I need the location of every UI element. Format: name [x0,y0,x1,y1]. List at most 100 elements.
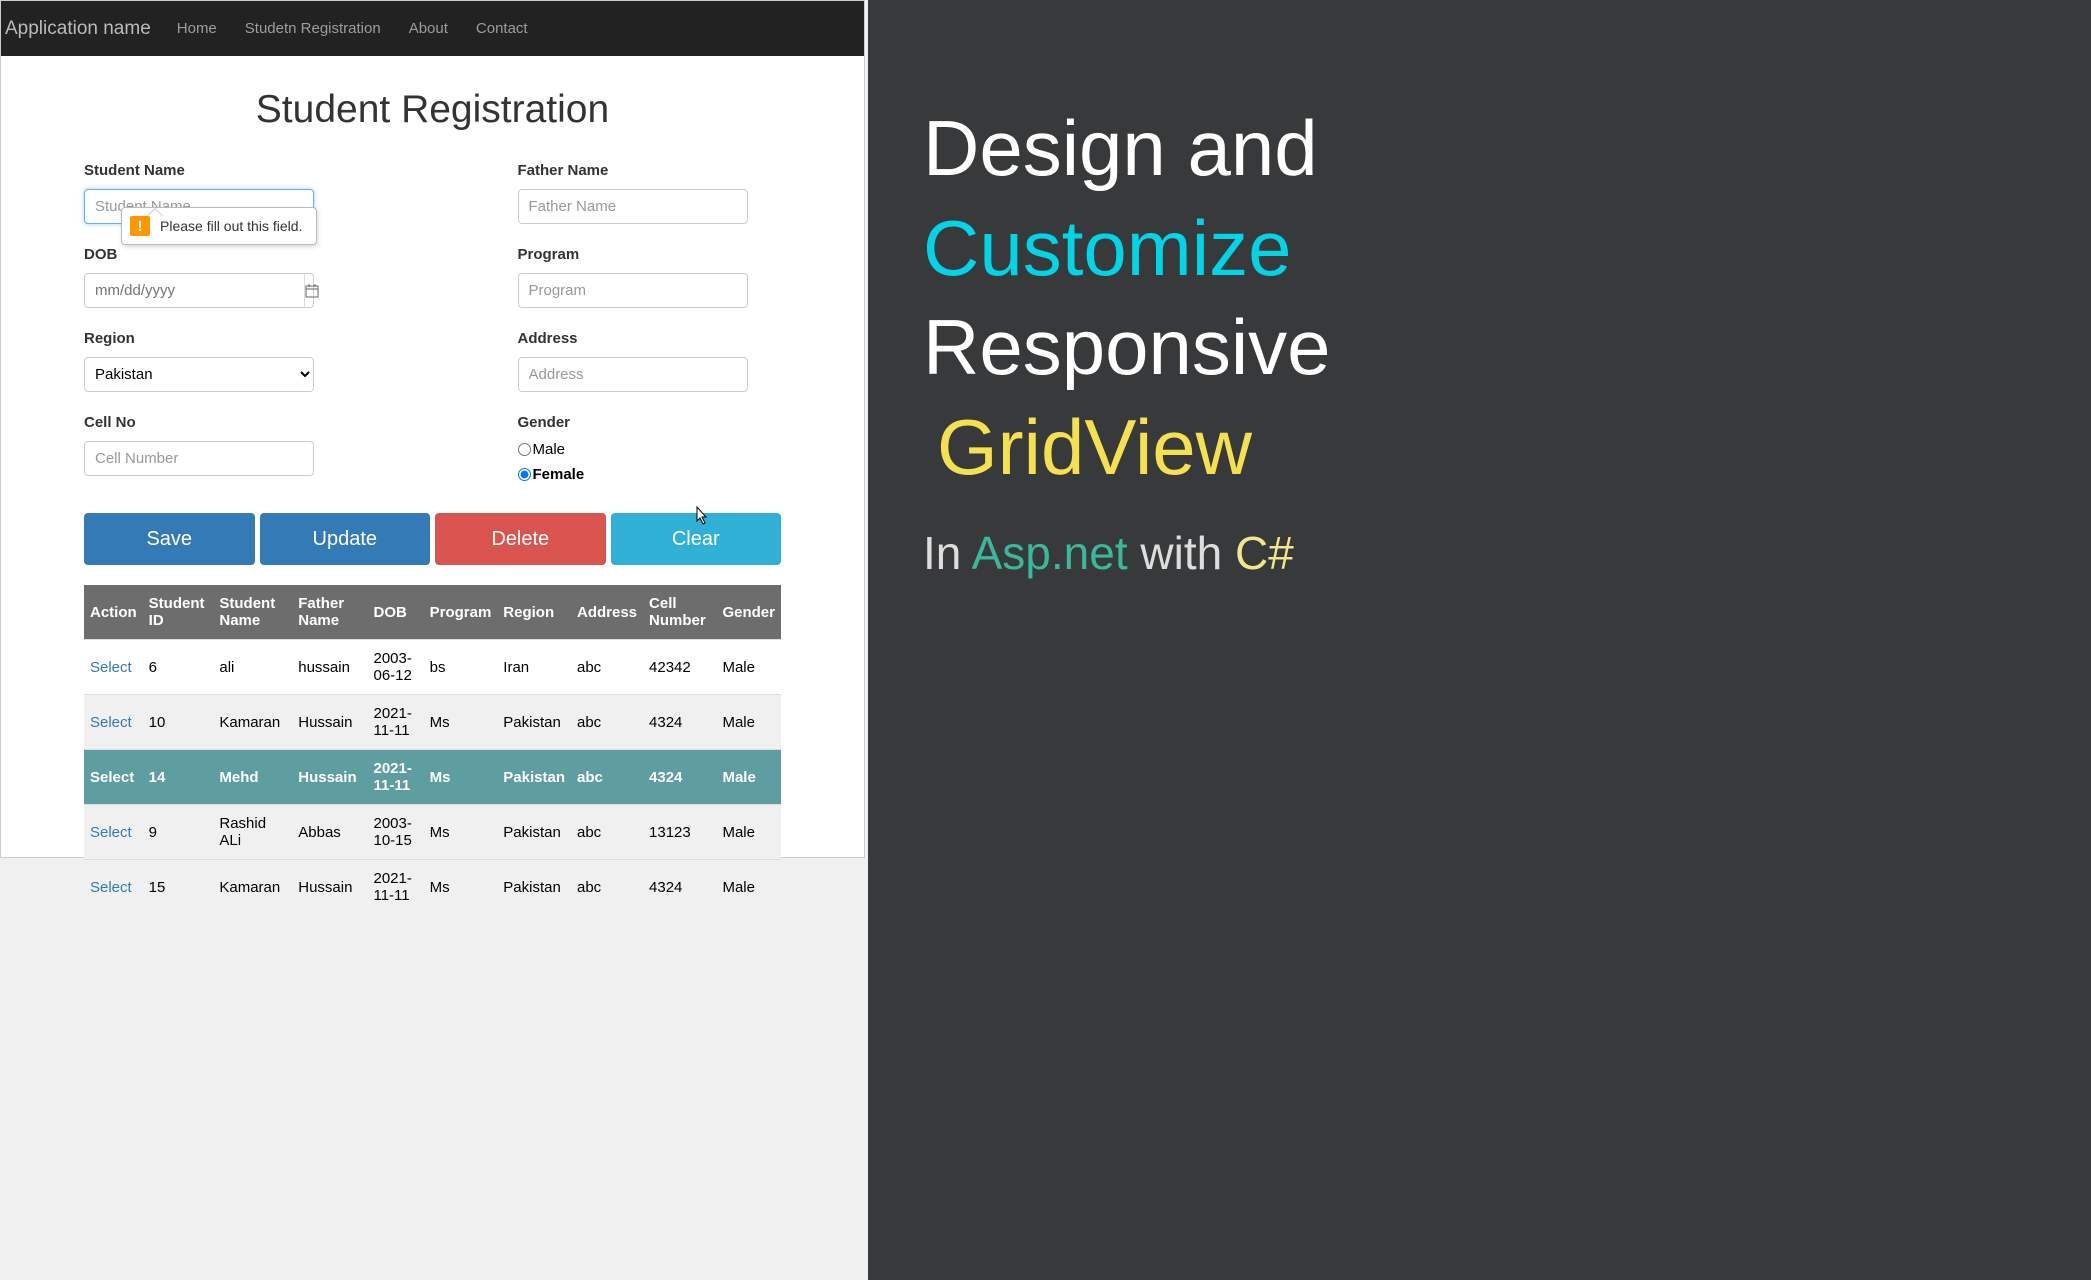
table-cell: abc [571,860,643,915]
table-cell: Ms [424,750,498,805]
nav-home[interactable]: Home [177,20,217,37]
table-cell: Hussain [292,695,367,750]
dob-input[interactable] [85,282,304,299]
table-cell: Pakistan [497,860,571,915]
table-cell: 4324 [643,695,716,750]
table-cell: bs [424,640,498,695]
warning-icon: ! [130,216,150,236]
region-label: Region [84,330,348,347]
calendar-icon[interactable] [304,274,319,307]
table-cell: Male [716,805,781,860]
table-cell: 14 [143,750,214,805]
table-cell: Pakistan [497,750,571,805]
table-cell: abc [571,805,643,860]
cellno-input[interactable] [84,441,314,476]
cursor-icon [691,505,711,534]
page-title: Student Registration [84,88,781,132]
table-cell: 2003-06-12 [367,640,423,695]
select-link[interactable]: Select [90,714,132,731]
table-cell: Ms [424,805,498,860]
table-cell: Hussain [292,750,367,805]
table-cell: 4324 [643,750,716,805]
table-header: Cell Number [643,585,716,640]
nav-registration[interactable]: Studetn Registration [245,20,381,37]
table-cell: 15 [143,860,214,915]
father-name-label: Father Name [518,162,782,179]
promo-line-2: Customize [923,200,2036,298]
nav-contact[interactable]: Contact [476,20,528,37]
table-cell: 4324 [643,860,716,915]
table-cell: Kamaran [213,695,292,750]
table-row: Select 9Rashid ALiAbbas2003-10-15MsPakist… [84,805,781,860]
table-header: Father Name [292,585,367,640]
table-cell: Abbas [292,805,367,860]
table-cell: 42342 [643,640,716,695]
gender-label: Gender [518,414,782,431]
navbar: Application name Home Studetn Registrati… [1,1,864,56]
tooltip-text: Please fill out this field. [160,218,302,234]
table-header: Student ID [143,585,214,640]
table-cell: 9 [143,805,214,860]
select-link[interactable]: Select [90,769,134,786]
promo-subtitle: In Asp.net with C# [923,526,2036,580]
table-header: Address [571,585,643,640]
table-header: DOB [367,585,423,640]
table-cell: Male [716,750,781,805]
table-cell: Iran [497,640,571,695]
gender-male-label: Male [533,441,566,458]
dob-label: DOB [84,246,348,263]
table-row: Select 14MehdHussain2021-11-11MsPakistana… [84,750,781,805]
table-cell: Ms [424,695,498,750]
table-cell: Kamaran [213,860,292,915]
select-link[interactable]: Select [90,659,132,676]
table-cell: ali [213,640,292,695]
table-cell: Rashid ALi [213,805,292,860]
table-cell: 2021-11-11 [367,695,423,750]
region-select[interactable]: Pakistan [84,357,314,392]
select-link[interactable]: Select [90,879,132,896]
promo-line-1: Design and [923,100,2036,198]
table-cell: Ms [424,860,498,915]
update-button[interactable]: Update [260,513,431,565]
table-header: Student Name [213,585,292,640]
save-button[interactable]: Save [84,513,255,565]
table-cell: hussain [292,640,367,695]
table-header: Gender [716,585,781,640]
table-row: Select 15KamaranHussain2021-11-11MsPakist… [84,860,781,915]
table-cell: abc [571,750,643,805]
father-name-input[interactable] [518,189,748,224]
table-cell: 2021-11-11 [367,860,423,915]
gender-female-label: Female [533,466,585,483]
promo-line-3: Responsive [923,299,2036,397]
table-cell: abc [571,695,643,750]
table-cell: 2021-11-11 [367,750,423,805]
table-header: Region [497,585,571,640]
brand[interactable]: Application name [3,18,151,40]
students-table: ActionStudent IDStudent NameFather NameD… [84,585,781,914]
gender-male-radio[interactable] [518,443,531,456]
table-cell: Male [716,640,781,695]
program-label: Program [518,246,782,263]
table-cell: 2003-10-15 [367,805,423,860]
promo-panel: Design and Customize Responsive GridView… [868,0,2091,1280]
program-input[interactable] [518,273,748,308]
table-cell: Pakistan [497,805,571,860]
address-label: Address [518,330,782,347]
address-input[interactable] [518,357,748,392]
table-cell: 13123 [643,805,716,860]
delete-button[interactable]: Delete [435,513,606,565]
table-cell: Hussain [292,860,367,915]
table-cell: Male [716,860,781,915]
table-cell: Male [716,695,781,750]
table-cell: abc [571,640,643,695]
nav-about[interactable]: About [409,20,448,37]
gender-female-radio[interactable] [518,468,531,481]
select-link[interactable]: Select [90,824,132,841]
table-cell: 10 [143,695,214,750]
table-cell: 6 [143,640,214,695]
student-name-label: Student Name [84,162,348,179]
promo-line-4: GridView [923,399,2036,497]
table-row: Select 6alihussain2003-06-12bsIranabc4234… [84,640,781,695]
table-cell: Mehd [213,750,292,805]
validation-tooltip: ! Please fill out this field. [121,207,317,245]
